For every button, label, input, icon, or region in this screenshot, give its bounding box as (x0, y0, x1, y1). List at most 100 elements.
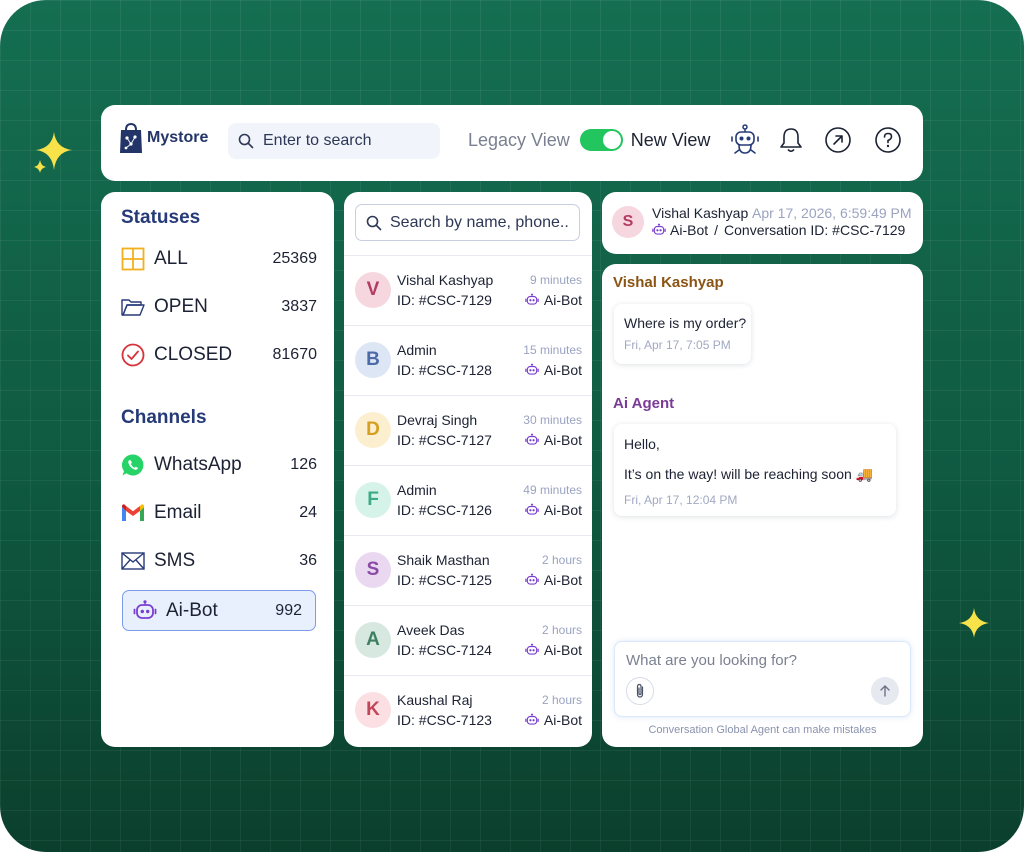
chat-panel: Vishal Kashyap Where is my order? Fri, A… (602, 264, 923, 747)
conversation-item[interactable]: A Aveek Das ID: #CSC-7124 2 hours Ai-Bot (344, 605, 592, 675)
channel-item-whatsapp[interactable]: WhatsApp 126 (121, 450, 317, 480)
search-placeholder: Search by name, phone.. (390, 213, 569, 231)
meta-separator: / (714, 222, 719, 238)
contact-name: Kaushal Raj (397, 692, 473, 708)
legacy-view-label[interactable]: Legacy View (468, 130, 570, 151)
view-toggle: Legacy View New View (468, 129, 710, 151)
envelope-icon (121, 549, 145, 573)
global-search-input[interactable]: Enter to search (228, 123, 440, 159)
agent-sender-name: Ai Agent (613, 395, 675, 412)
contact-name: Shaik Masthan (397, 552, 490, 568)
conversation-search-input[interactable]: Search by name, phone.. (355, 204, 580, 241)
message-composer[interactable]: What are you looking for? (614, 641, 911, 717)
status-count: 3837 (281, 298, 317, 315)
contact-name: Devraj Singh (397, 412, 478, 428)
view-toggle-switch[interactable] (579, 129, 623, 151)
conversation-channel: Ai-Bot (670, 222, 709, 238)
conversation-id: ID: #CSC-7129 (397, 292, 492, 308)
conversation-item[interactable]: V Vishal Kashyap ID: #CSC-7129 9 minutes Ai-… (344, 255, 592, 325)
conversation-item[interactable]: F Admin ID: #CSC-7126 49 minutes Ai-Bot (344, 465, 592, 535)
channel-count: 126 (290, 456, 317, 473)
avatar: S (612, 206, 644, 238)
contact-name: Vishal Kashyap (397, 272, 494, 288)
channel-count: 36 (299, 552, 317, 569)
channel-label: Ai-Bot (543, 712, 582, 728)
channel-item-sms[interactable]: SMS 36 (121, 546, 317, 576)
conversation-item[interactable]: K Kaushal Raj ID: #CSC-7123 2 hours Ai-Bot (344, 675, 592, 745)
channel-label: Ai-Bot (166, 599, 218, 621)
bot-icon (525, 363, 539, 375)
composer-placeholder: What are you looking for? (626, 652, 797, 669)
chat-header: S Vishal Kashyap Apr 17, 2026, 6:59:49 P… (602, 192, 923, 254)
contact-name: Admin (397, 482, 437, 498)
conversation-id: Conversation ID: #CSC-7129 (724, 222, 906, 238)
avatar: B (355, 342, 391, 378)
whatsapp-icon (121, 453, 145, 477)
bot-icon (652, 223, 666, 235)
toggle-knob (602, 131, 621, 149)
new-view-label[interactable]: New View (631, 130, 711, 151)
channel-badge: Ai-Bot (525, 432, 582, 448)
search-icon (366, 215, 382, 230)
status-label: CLOSED (154, 344, 233, 365)
status-count: 81670 (272, 346, 318, 363)
search-icon (238, 133, 254, 149)
send-button[interactable] (871, 677, 899, 705)
avatar: F (355, 482, 391, 518)
last-activity-time: 30 minutes (523, 413, 582, 427)
conversation-item[interactable]: D Devraj Singh ID: #CSC-7127 30 minutes Ai-B… (344, 395, 592, 465)
channel-count: 992 (275, 601, 302, 619)
folder-icon (121, 295, 145, 319)
external-link-icon[interactable] (822, 124, 854, 156)
conversation-id: ID: #CSC-7124 (397, 642, 492, 658)
conversation-item[interactable]: B Admin ID: #CSC-7128 15 minutes Ai-Bot (344, 325, 592, 395)
help-icon[interactable] (872, 124, 904, 156)
status-label: ALL (154, 248, 188, 269)
contact-name: Aveek Das (397, 622, 465, 638)
sparkle-icon (34, 132, 72, 173)
channel-label: WhatsApp (154, 454, 242, 475)
conversation-id: ID: #CSC-7127 (397, 432, 492, 448)
channel-badge: Ai-Bot (525, 362, 582, 378)
bot-icon (525, 503, 539, 515)
conversation-list-panel: Search by name, phone.. V Vishal Kashyap I… (344, 192, 592, 747)
avatar: A (355, 622, 391, 658)
channel-label: Ai-Bot (543, 502, 582, 518)
message-time: Fri, Apr 17, 7:05 PM (624, 338, 731, 352)
last-activity-time: 2 hours (541, 693, 582, 707)
conversation-timestamp: Apr 17, 2026, 6:59:49 PM (752, 205, 912, 221)
status-item-open[interactable]: OPEN 3837 (121, 292, 317, 322)
channel-label: Ai-Bot (543, 292, 582, 308)
grid-icon (121, 247, 145, 271)
conversation-id: ID: #CSC-7128 (397, 362, 492, 378)
message-text: It’s on the way! will be reaching soon 🚚 (624, 466, 874, 482)
channel-badge: Ai-Bot (525, 712, 582, 728)
attach-button[interactable] (626, 677, 654, 705)
status-label: OPEN (154, 296, 208, 317)
top-bar: Mystore Enter to search Legacy View New … (101, 105, 923, 181)
status-panel: Statuses ALL 25369 OPEN 3837 CLOSED 8167… (101, 192, 334, 747)
brand-logo[interactable]: Mystore (119, 122, 208, 154)
channel-item-ai-bot[interactable]: Ai-Bot 992 (122, 590, 316, 631)
last-activity-time: 15 minutes (523, 343, 582, 357)
status-item-closed[interactable]: CLOSED 81670 (121, 340, 317, 370)
bell-icon[interactable] (775, 124, 807, 156)
channel-label: Ai-Bot (543, 432, 582, 448)
agent-message-bubble: Hello, It’s on the way! will be reaching… (614, 424, 896, 516)
channel-label: Ai-Bot (543, 362, 582, 378)
bot-icon (133, 599, 157, 623)
channel-label: Email (154, 502, 202, 523)
last-activity-time: 2 hours (541, 553, 582, 567)
contact-name: Admin (397, 342, 437, 358)
avatar: S (355, 552, 391, 588)
bot-icon (525, 643, 539, 655)
conversation-item[interactable]: S Shaik Masthan ID: #CSC-7125 2 hours Ai-Bot (344, 535, 592, 605)
status-item-all[interactable]: ALL 25369 (121, 244, 317, 274)
channel-item-email[interactable]: Email 24 (121, 498, 317, 528)
channel-badge: Ai-Bot (525, 292, 582, 308)
robot-icon[interactable] (729, 124, 761, 156)
sparkle-icon (959, 608, 989, 638)
channel-badge: Ai-Bot (525, 572, 582, 588)
arrow-up-icon (880, 685, 890, 697)
channel-label: Ai-Bot (543, 572, 582, 588)
